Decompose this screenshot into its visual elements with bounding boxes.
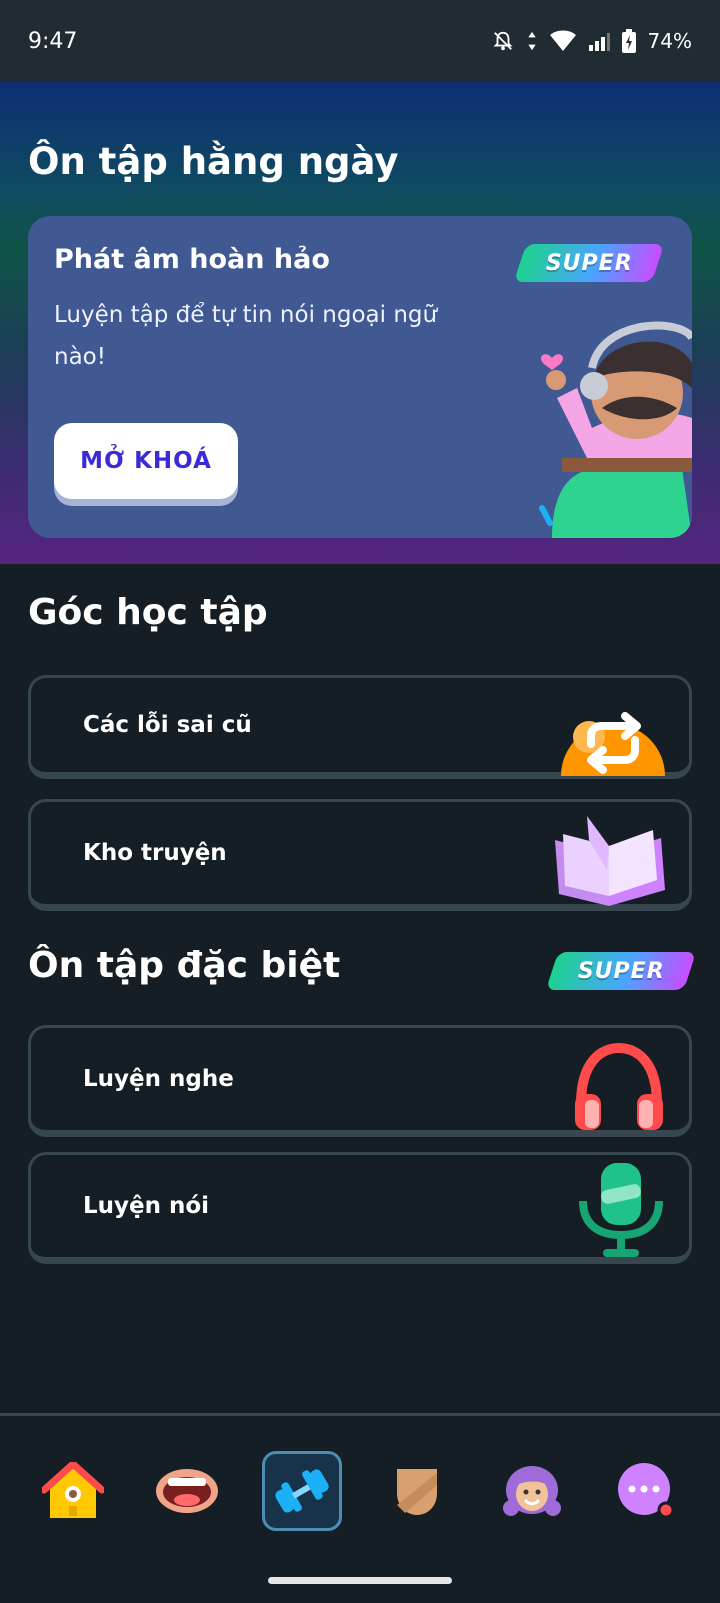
headphones-icon (575, 1042, 663, 1130)
bell-off-icon (493, 31, 513, 51)
study-corner-title: Góc học tập (28, 592, 268, 633)
stories-label: Kho truyện (83, 840, 227, 866)
nav-leagues[interactable] (377, 1451, 457, 1531)
special-review-super-label: SUPER (577, 958, 665, 984)
special-review-super-badge: SUPER (545, 952, 697, 990)
stories-card[interactable]: Kho truyện (28, 799, 692, 911)
battery-percent: 74% (647, 29, 692, 53)
daily-review-section: Ôn tập hằng ngày Phát âm hoàn hảo SUPER … (0, 82, 720, 564)
old-mistakes-label: Các lỗi sai cũ (83, 712, 252, 738)
speaking-practice-label: Luyện nói (83, 1193, 210, 1219)
home-indicator[interactable] (268, 1577, 452, 1584)
nav-home[interactable] (33, 1451, 113, 1531)
promo-description: Luyện tập để tự tin nói ngoại ngữ nào! (54, 302, 438, 370)
mouth-icon (156, 1469, 218, 1513)
shield-icon (397, 1469, 437, 1515)
unlock-button[interactable]: MỞ KHOÁ (54, 423, 238, 499)
special-review-title: Ôn tập đặc biệt (28, 945, 341, 986)
signal-icon (588, 33, 610, 51)
wifi-icon (549, 30, 576, 51)
nav-practice[interactable] (262, 1451, 342, 1531)
pronunciation-promo-card[interactable]: Phát âm hoàn hảo SUPER Luyện tập để tự t… (28, 216, 692, 538)
dumbbell-icon (275, 1469, 329, 1513)
data-arrows-icon (527, 31, 536, 51)
nav-profile[interactable] (492, 1451, 572, 1531)
bottom-navigation (0, 1413, 720, 1603)
nav-speak[interactable] (147, 1451, 227, 1531)
book-icon (555, 816, 665, 906)
old-mistakes-card[interactable]: Các lỗi sai cũ (28, 675, 692, 779)
notification-dot (657, 1501, 675, 1519)
daily-review-title: Ôn tập hằng ngày (28, 140, 399, 183)
nav-more[interactable] (607, 1451, 687, 1531)
status-icons: 74% (492, 29, 692, 53)
status-bar: 9:47 74% (0, 0, 720, 82)
speaking-practice-card[interactable]: Luyện nói (28, 1152, 692, 1264)
battery-icon (621, 29, 636, 53)
microphone-icon (579, 1163, 663, 1257)
status-time: 9:47 (28, 28, 78, 54)
listening-practice-card[interactable]: Luyện nghe (28, 1025, 692, 1137)
home-icon (42, 1462, 104, 1518)
repeat-icon (561, 712, 665, 776)
super-badge-label: SUPER (545, 250, 633, 276)
mascot-illustration (539, 321, 692, 538)
listening-practice-label: Luyện nghe (83, 1066, 234, 1092)
promo-title: Phát âm hoàn hảo (54, 244, 330, 275)
more-icon (618, 1463, 675, 1519)
profile-icon (503, 1466, 561, 1516)
super-badge: SUPER (513, 244, 665, 282)
